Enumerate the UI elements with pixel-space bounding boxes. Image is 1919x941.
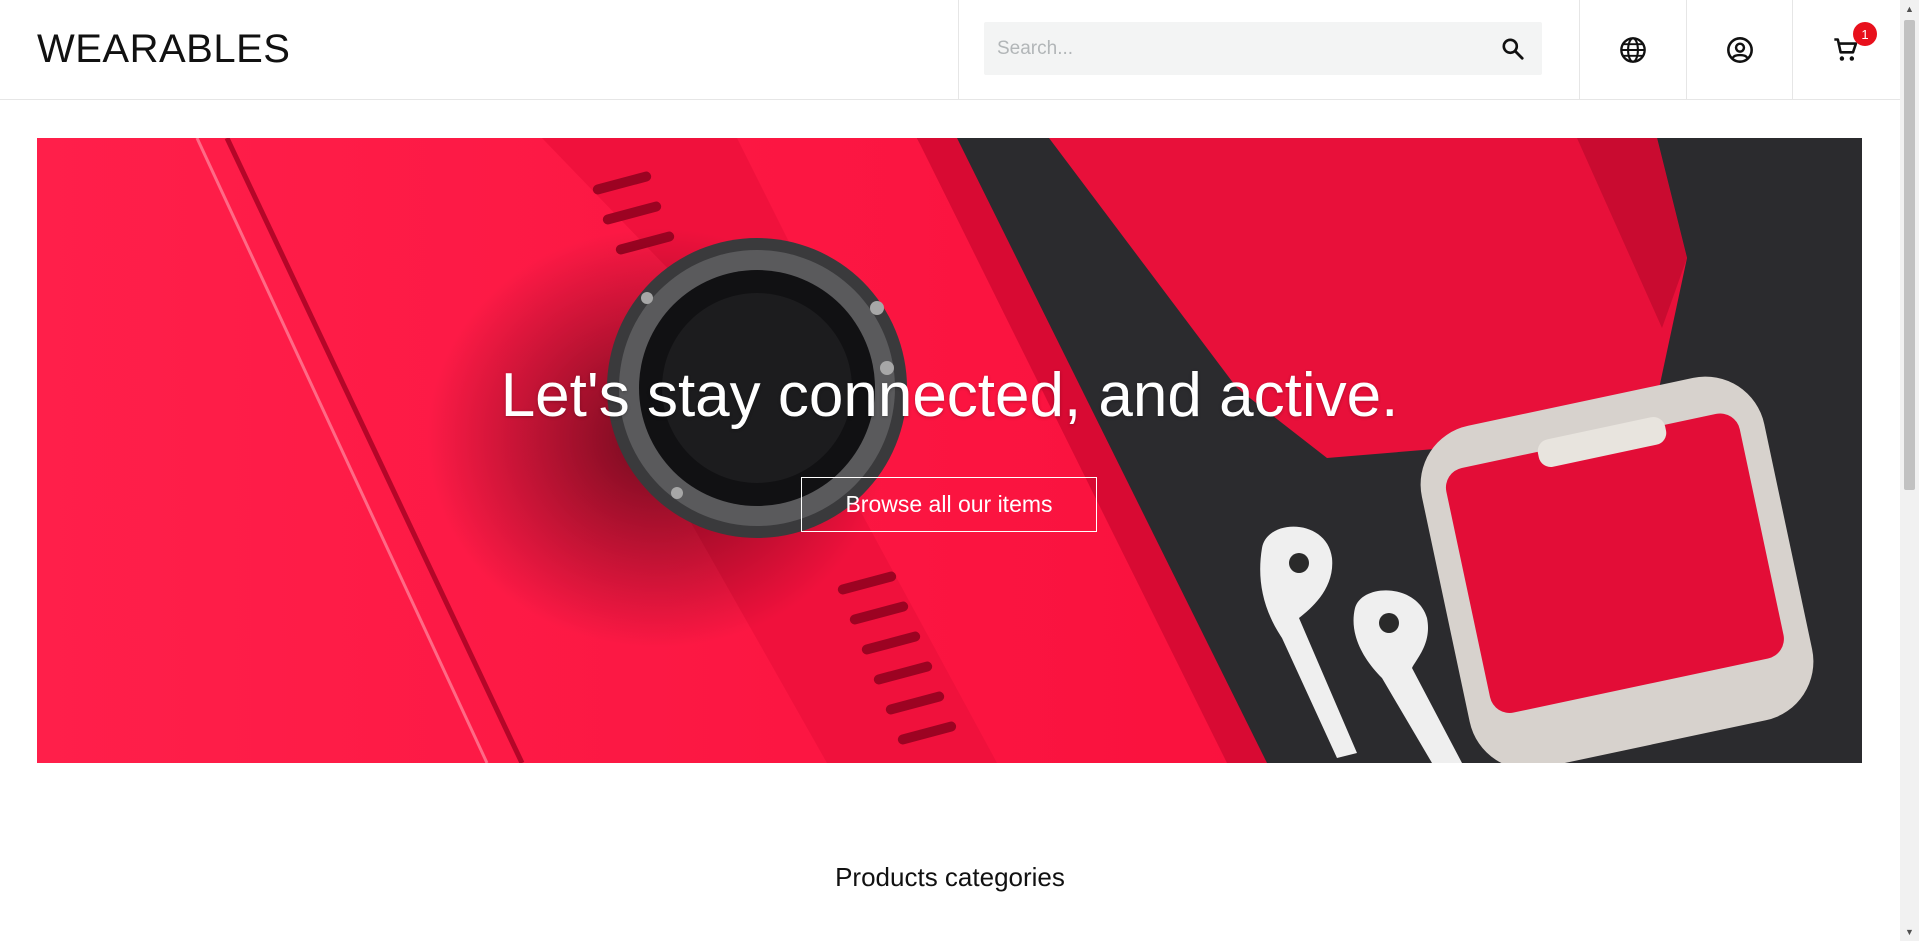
products-categories-title: Products categories [835, 862, 1065, 892]
header-divider [958, 0, 959, 100]
scroll-down-arrow-icon[interactable]: ▼ [1900, 923, 1919, 941]
scroll-thumb[interactable] [1904, 20, 1915, 490]
scroll-up-arrow-icon[interactable]: ▲ [1900, 0, 1919, 18]
account-circle-icon [1727, 37, 1753, 63]
hero-title: Let's stay connected, and active. [500, 361, 1399, 430]
search-input[interactable] [984, 22, 1542, 75]
account-button[interactable] [1687, 0, 1793, 100]
site-logo[interactable]: WEARABLES [37, 27, 290, 72]
language-button[interactable] [1580, 0, 1686, 100]
browse-all-items-button[interactable]: Browse all our items [801, 477, 1097, 532]
search-bar [984, 22, 1542, 75]
vertical-scrollbar[interactable]: ▲ ▼ [1900, 0, 1919, 941]
hero-banner: Let's stay connected, and active. Browse… [37, 138, 1862, 763]
hero-image [37, 138, 1862, 763]
site-header: WEARABLES Search... 1 [0, 0, 1900, 100]
page: WEARABLES Search... 1 Let's stay connect… [0, 0, 1919, 941]
search-button[interactable] [1498, 34, 1528, 64]
cart-button[interactable]: 1 [1793, 0, 1899, 100]
globe-icon [1620, 37, 1646, 63]
cart-count-badge: 1 [1853, 22, 1877, 46]
search-icon [1502, 38, 1524, 60]
